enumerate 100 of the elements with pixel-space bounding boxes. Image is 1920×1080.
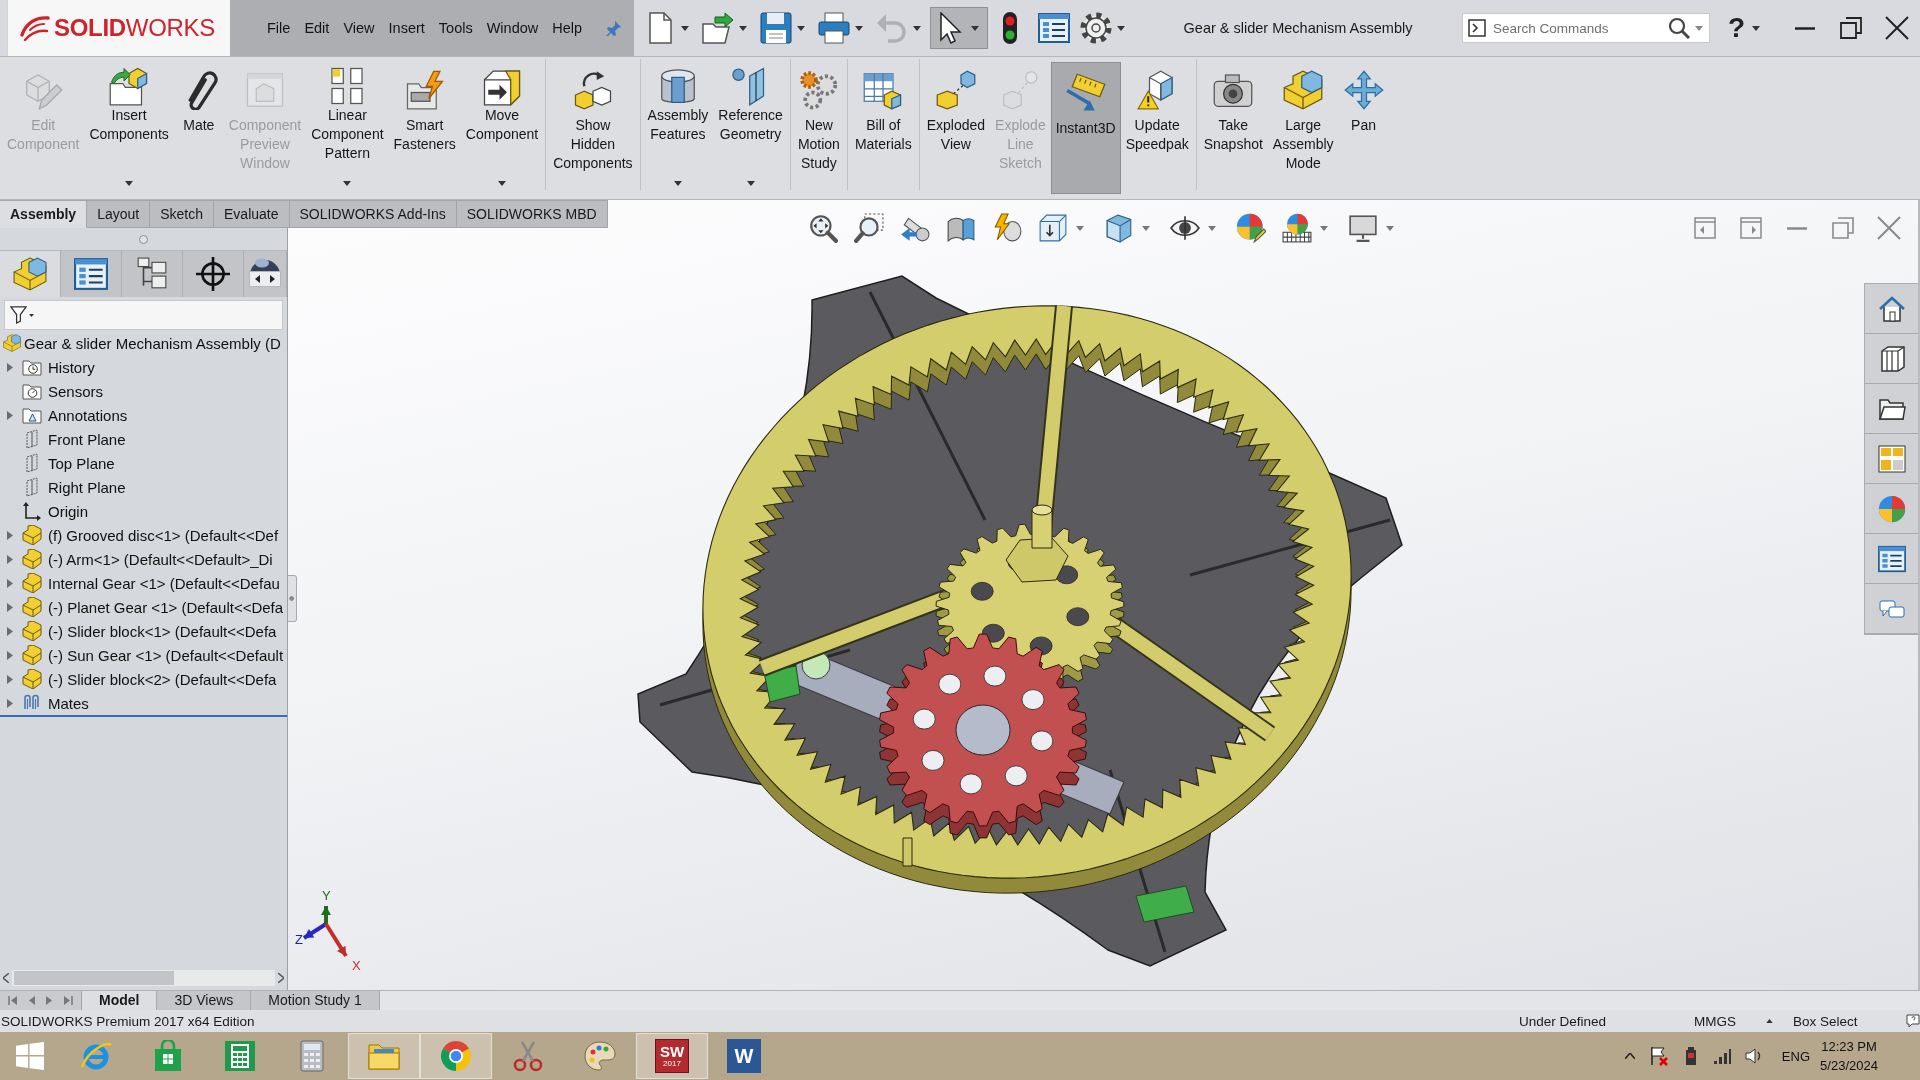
taskbar-button[interactable]: W — [708, 1033, 780, 1079]
panel-tab[interactable] — [122, 250, 183, 297]
speaker-icon[interactable] — [1744, 1048, 1763, 1064]
caret-up-icon[interactable] — [1624, 1053, 1635, 1059]
tree-item[interactable]: Origin — [48, 502, 88, 520]
taskbar-button[interactable]: SW 2017 — [636, 1033, 708, 1079]
expand-arrow-icon[interactable] — [7, 650, 13, 660]
caret-down-icon[interactable] — [746, 181, 755, 186]
signal-bars-icon[interactable] — [1712, 1048, 1731, 1064]
expand-arrow-icon[interactable] — [7, 410, 13, 420]
panel-tab[interactable] — [244, 250, 287, 297]
caret-down-icon[interactable] — [1752, 25, 1761, 31]
tree-item[interactable]: Right Plane — [48, 478, 126, 496]
ribbon-button[interactable]: Insert Components — [84, 59, 174, 190]
menu-item[interactable]: File — [260, 16, 298, 40]
ribbon-button[interactable]: Exploded View — [921, 59, 991, 190]
caret-down-icon[interactable] — [681, 25, 689, 31]
ribbon-button[interactable]: Update Speedpak — [1120, 59, 1194, 190]
tree-item[interactable]: (-) Arm<1> (Default<<Default>_Di — [48, 550, 273, 568]
units-menu[interactable]: MMGS — [1694, 1013, 1766, 1029]
expand-arrow-icon[interactable] — [7, 554, 13, 564]
skip-right-icon[interactable] — [64, 996, 74, 1005]
menu-item[interactable]: View — [336, 16, 382, 40]
ribbon-button[interactable]: Large Assembly Mode — [1267, 59, 1339, 190]
expand-arrow-icon[interactable] — [7, 698, 13, 708]
taskbar-button[interactable] — [420, 1033, 492, 1079]
task-pane-tab[interactable] — [1865, 534, 1918, 584]
help-bubble-icon[interactable] — [1906, 1014, 1920, 1028]
tree-item[interactable]: Front Plane — [48, 430, 126, 448]
ribbon-button[interactable]: Move Component — [460, 59, 544, 190]
tree-item[interactable]: (-) Slider block<2> (Default<<Defa — [48, 670, 277, 688]
toolbar-button[interactable] — [930, 7, 988, 49]
tree-item[interactable]: Top Plane — [48, 454, 115, 472]
tree-item[interactable]: Sensors — [48, 382, 104, 400]
tree-item[interactable]: Mates — [48, 694, 89, 712]
task-pane-tab[interactable] — [1865, 284, 1918, 334]
ribbon-button[interactable]: Smart Fasteners — [388, 59, 461, 190]
document-tab[interactable]: Model — [82, 991, 158, 1010]
caret-down-icon[interactable] — [673, 181, 682, 186]
expand-arrow-icon[interactable] — [7, 530, 13, 540]
command-tab[interactable]: SOLIDWORKS Add-Ins — [289, 200, 457, 228]
menu-item[interactable]: Window — [479, 16, 546, 40]
caret-down-icon[interactable] — [498, 181, 506, 186]
ribbon-button[interactable]: Instant3D — [1050, 62, 1121, 194]
language-indicator[interactable]: ENG — [1781, 1048, 1810, 1064]
caret-up-icon[interactable] — [1766, 1019, 1773, 1023]
expand-arrow-icon[interactable] — [7, 626, 13, 636]
caret-down-icon[interactable] — [739, 25, 747, 31]
caret-down-icon[interactable] — [1076, 225, 1084, 231]
tree-item[interactable]: Annotations — [48, 406, 128, 424]
command-tab[interactable]: Sketch — [150, 200, 214, 228]
document-tab[interactable]: 3D Views — [157, 991, 252, 1010]
caret-down-icon[interactable] — [855, 25, 863, 31]
filter-field[interactable] — [4, 300, 283, 330]
expand-arrow-icon[interactable] — [7, 602, 13, 612]
clock[interactable]: 12:23 PM 5/23/2024 — [1818, 1037, 1880, 1075]
ribbon-button[interactable]: Take Snapshot — [1198, 59, 1268, 190]
scrollbar-thumb[interactable] — [14, 971, 174, 985]
tree-item[interactable]: (-) Slider block<1> (Default<<Defa — [48, 622, 277, 640]
menu-item[interactable]: Insert — [381, 16, 432, 40]
ribbon-button[interactable]: Mate — [173, 59, 224, 190]
panel-tab[interactable] — [61, 250, 122, 297]
tree-item[interactable]: History — [48, 358, 95, 376]
command-tab[interactable]: Evaluate — [214, 200, 290, 228]
document-tab[interactable]: Motion Study 1 — [251, 991, 380, 1010]
ribbon-button[interactable]: Linear Component Pattern — [306, 59, 389, 190]
menu-item[interactable]: Help — [545, 16, 590, 40]
help-button[interactable]: ? — [1724, 12, 1782, 44]
caret-down-icon[interactable] — [1142, 225, 1150, 231]
horizontal-scrollbar[interactable] — [12, 970, 275, 986]
splitter-grip-icon[interactable] — [139, 234, 148, 244]
command-tab[interactable]: Assembly — [0, 200, 88, 228]
taskbar-button[interactable] — [348, 1033, 420, 1079]
ribbon-button[interactable]: New Motion Study — [792, 59, 845, 190]
ribbon-button[interactable]: Pan — [1338, 59, 1389, 190]
menu-item[interactable]: Edit — [297, 16, 337, 40]
expand-arrow-icon[interactable] — [7, 674, 13, 684]
tree-item[interactable]: Gear & slider Mechanism Assembly (D — [24, 334, 281, 352]
menu-item[interactable]: Tools — [431, 16, 480, 40]
ribbon-button[interactable]: Reference Geometry — [713, 59, 788, 190]
caret-down-icon[interactable] — [1386, 225, 1394, 231]
search-icon[interactable] — [1668, 17, 1690, 39]
tree-item[interactable]: (-) Planet Gear <1> (Default<<Defa — [48, 598, 284, 616]
tree-item[interactable]: (f) Grooved disc<1> (Default<<Def — [48, 526, 279, 544]
skip-left-icon[interactable] — [7, 996, 17, 1005]
caret-down-icon[interactable] — [1117, 25, 1125, 31]
flag-cross-icon[interactable] — [1648, 1046, 1669, 1066]
caret-down-icon[interactable] — [797, 25, 805, 31]
expand-arrow-icon[interactable] — [7, 362, 13, 372]
caret-down-icon[interactable] — [1208, 225, 1216, 231]
arrow-right-icon[interactable] — [270, 275, 275, 283]
panel-splitter-handle[interactable] — [288, 575, 297, 622]
caret-down-icon[interactable] — [343, 181, 352, 186]
tree-item[interactable]: (-) Sun Gear <1> (Default<<Default — [48, 646, 284, 664]
caret-down-icon[interactable] — [1320, 225, 1328, 231]
ribbon-button[interactable]: Bill of Materials — [849, 59, 917, 190]
task-pane-tab[interactable] — [1865, 384, 1918, 434]
caret-down-icon[interactable] — [125, 181, 134, 186]
expand-arrow-icon[interactable] — [7, 578, 13, 588]
ribbon-button[interactable]: Assembly Features — [642, 59, 714, 190]
